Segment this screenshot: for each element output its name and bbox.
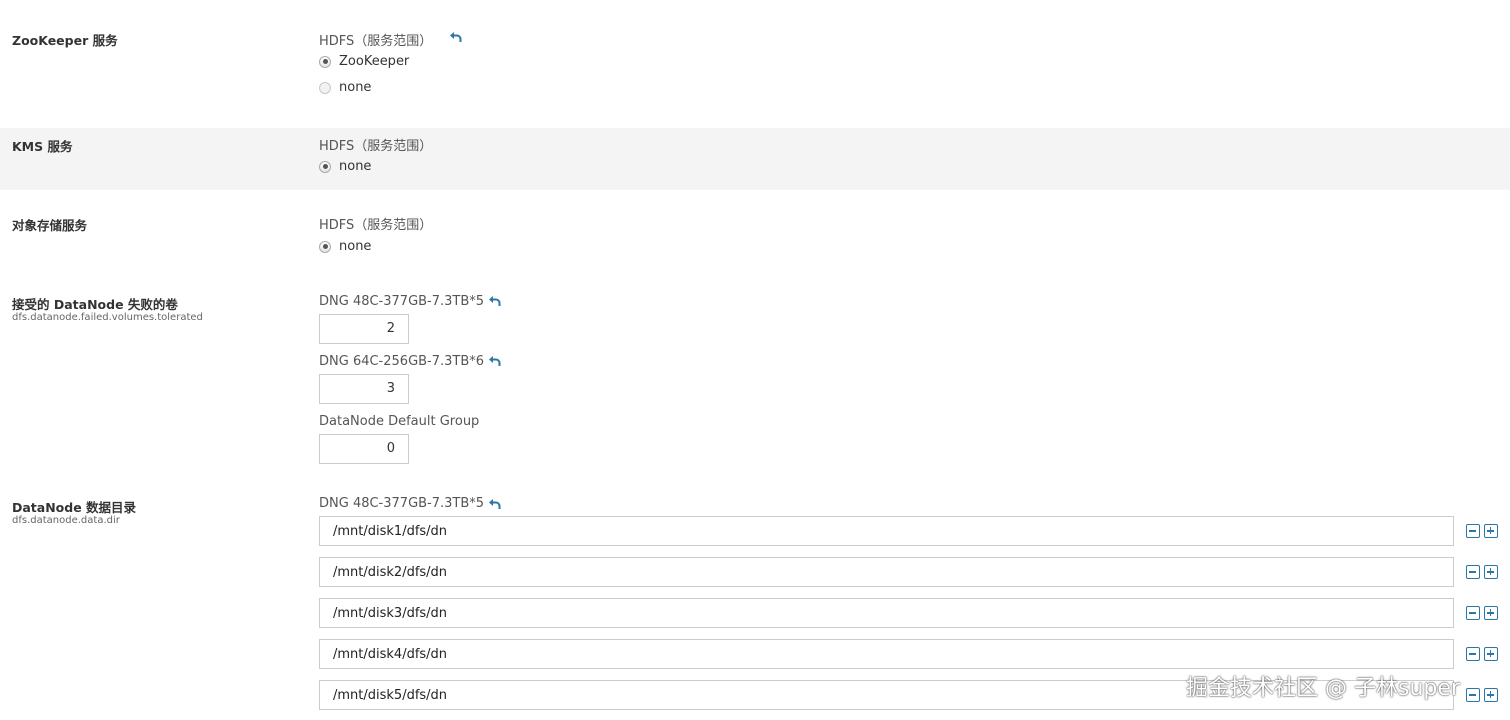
group-name: HDFS（服务范围） bbox=[319, 139, 433, 154]
group-name: DNG 48C-377GB-7.3TB*5 bbox=[319, 294, 485, 309]
group-name: HDFS（服务范围） bbox=[319, 34, 433, 49]
minus-square-icon[interactable] bbox=[1466, 688, 1480, 702]
undo-arrow-icon[interactable] bbox=[449, 31, 463, 43]
group-name: HDFS（服务范围） bbox=[319, 218, 433, 233]
setting-label: ZooKeeper 服务 bbox=[12, 33, 118, 48]
radio-option-none[interactable]: none bbox=[319, 80, 371, 95]
plus-square-icon[interactable] bbox=[1484, 524, 1498, 538]
radio-label: none bbox=[339, 239, 372, 254]
property-name: dfs.datanode.failed.volumes.tolerated bbox=[12, 312, 203, 323]
undo-arrow-icon[interactable] bbox=[488, 295, 502, 307]
group-name: DataNode Default Group bbox=[319, 414, 480, 429]
radio-option-zookeeper[interactable]: ZooKeeper bbox=[319, 54, 409, 69]
data-dir-input[interactable]: /mnt/disk2/dfs/dn bbox=[319, 557, 1454, 587]
setting-label: 对象存储服务 bbox=[12, 218, 88, 233]
radio-option-none[interactable]: none bbox=[319, 239, 371, 254]
data-dir-input[interactable]: /mnt/disk3/dfs/dn bbox=[319, 598, 1454, 628]
radio-button[interactable] bbox=[319, 55, 331, 68]
plus-square-icon[interactable] bbox=[1484, 565, 1498, 579]
data-dir-input[interactable]: /mnt/disk1/dfs/dn bbox=[319, 516, 1454, 546]
setting-label: DataNode 数据目录 bbox=[12, 500, 137, 515]
radio-button[interactable] bbox=[319, 160, 331, 173]
radio-button[interactable] bbox=[319, 240, 331, 253]
volumes-tolerated-input[interactable]: 3 bbox=[319, 374, 409, 404]
data-dir-input[interactable]: /mnt/disk4/dfs/dn bbox=[319, 639, 1454, 669]
setting-zookeeper: ZooKeeper 服务 HDFS（服务范围） ZooKeeper none bbox=[0, 0, 1510, 128]
radio-label: ZooKeeper bbox=[339, 54, 410, 69]
plus-square-icon[interactable] bbox=[1484, 688, 1498, 702]
minus-square-icon[interactable] bbox=[1466, 524, 1480, 538]
watermark: 掘金技术社区 @ 子林super bbox=[1186, 676, 1460, 701]
group-name: DNG 48C-377GB-7.3TB*5 bbox=[319, 496, 485, 511]
radio-label: none bbox=[339, 159, 372, 174]
volumes-tolerated-input[interactable]: 2 bbox=[319, 314, 409, 344]
volumes-tolerated-input[interactable]: 0 bbox=[319, 434, 409, 464]
undo-arrow-icon[interactable] bbox=[488, 498, 502, 510]
setting-kms: KMS 服务 HDFS（服务范围） none bbox=[0, 128, 1510, 190]
setting-label: KMS 服务 bbox=[12, 139, 73, 154]
radio-label: none bbox=[339, 80, 372, 95]
setting-object-storage: 对象存储服务 HDFS（服务范围） none bbox=[0, 190, 1510, 280]
radio-option-none[interactable]: none bbox=[319, 159, 371, 174]
radio-button[interactable] bbox=[319, 81, 331, 94]
setting-label: 接受的 DataNode 失败的卷 bbox=[12, 297, 178, 312]
plus-square-icon[interactable] bbox=[1484, 647, 1498, 661]
group-name: DNG 64C-256GB-7.3TB*6 bbox=[319, 354, 485, 369]
property-name: dfs.datanode.data.dir bbox=[12, 515, 120, 526]
minus-square-icon[interactable] bbox=[1466, 565, 1480, 579]
undo-arrow-icon[interactable] bbox=[488, 355, 502, 367]
minus-square-icon[interactable] bbox=[1466, 606, 1480, 620]
minus-square-icon[interactable] bbox=[1466, 647, 1480, 661]
setting-failed-volumes: 接受的 DataNode 失败的卷 dfs.datanode.failed.vo… bbox=[0, 280, 1510, 480]
plus-square-icon[interactable] bbox=[1484, 606, 1498, 620]
